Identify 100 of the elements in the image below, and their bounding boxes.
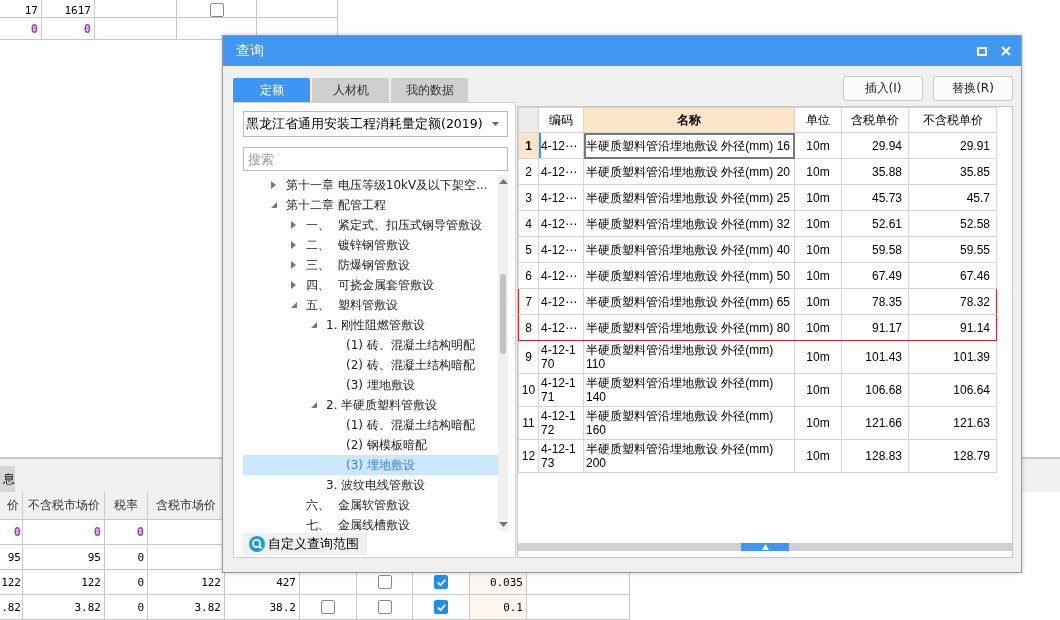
row-number[interactable]: 7 (518, 288, 539, 315)
table-cell: 128.83 (841, 439, 909, 473)
row-number[interactable]: 9 (518, 340, 539, 374)
table-cell: 0 (0, 520, 23, 545)
table-cell: 95 (0, 545, 23, 570)
table-cell: 128.79 (908, 439, 997, 473)
custom-scope-button[interactable]: 自定义查询范围 (243, 533, 367, 555)
table-cell: 半硬质塑料管沿埋地敷设 外径(mm) 16 (583, 132, 795, 159)
table-cell: 10m (794, 288, 842, 315)
row-number[interactable]: 3 (518, 184, 539, 211)
column-header[interactable]: 不含税单价 (908, 107, 997, 133)
table-cell: 35.85 (908, 158, 997, 185)
tree-item[interactable]: (2) 砖、混凝土结构暗配 (243, 355, 498, 375)
row-number[interactable]: 4 (518, 210, 539, 237)
caret-down-icon (271, 202, 277, 208)
row-number[interactable]: 12 (518, 439, 539, 473)
search-field[interactable]: 搜索 (243, 147, 508, 171)
scroll-thumb[interactable] (500, 274, 506, 354)
table-cell: 0 (23, 520, 105, 545)
checkbox[interactable] (377, 575, 392, 589)
table-cell: 10m (794, 158, 842, 185)
table-cell: 106.68 (841, 373, 909, 407)
table-cell: 4-12⋯ (538, 158, 584, 185)
checkbox[interactable] (434, 575, 448, 589)
checkbox[interactable] (377, 600, 392, 614)
table-cell: 95 (23, 545, 105, 570)
table-cell: 4-12-171 (538, 373, 584, 407)
table-cell: 4-12⋯ (538, 262, 584, 289)
tree-item[interactable]: 五、 塑料管敷设 (243, 295, 498, 315)
tree-item[interactable]: (1) 砖、混凝土结构明配 (243, 335, 498, 355)
tree-item[interactable]: 七、 金属线槽敷设 (243, 515, 498, 531)
column-header: 价 (7, 497, 19, 514)
row-number[interactable]: 10 (518, 373, 539, 407)
replace-button[interactable]: 替换(R) (933, 76, 1013, 101)
table-cell: 半硬质塑料管沿埋地敷设 外径(mm) 160 (583, 406, 795, 440)
table-cell: 4-12⋯ (538, 314, 584, 341)
column-header[interactable]: 含税单价 (841, 107, 909, 133)
search-icon (249, 536, 265, 552)
checkbox[interactable] (209, 3, 224, 17)
table-cell: 52.61 (841, 210, 909, 237)
row-number[interactable]: 6 (518, 262, 539, 289)
row-number[interactable]: 1 (518, 132, 539, 159)
tree-item[interactable]: (3) 埋地敷设 (243, 375, 498, 395)
tab[interactable]: 人材机 (312, 78, 389, 102)
table-cell: 45.73 (841, 184, 909, 211)
checkbox[interactable] (434, 600, 448, 614)
caret-down-icon (492, 122, 499, 126)
tree-item[interactable]: (2) 钢模板暗配 (243, 435, 498, 455)
table-cell: 122 (0, 570, 23, 595)
table-cell: 半硬质塑料管沿埋地敷设 外径(mm) 50 (583, 262, 795, 289)
column-header[interactable]: 编码 (538, 107, 584, 133)
tree-item[interactable]: 六、 金属软管敷设 (243, 495, 498, 515)
caret-right-icon (291, 241, 296, 249)
table-cell: 52.58 (908, 210, 997, 237)
table-cell: 10m (794, 262, 842, 289)
table-cell: 38.2 (225, 595, 300, 620)
arrow-down-icon[interactable] (498, 522, 508, 527)
table-cell: 35.88 (841, 158, 909, 185)
column-header[interactable]: 单位 (794, 107, 842, 133)
tree-item[interactable]: 一、 紧定式、扣压式钢导管敷设 (243, 215, 498, 235)
tree-item[interactable]: 1. 刚性阻燃管敷设 (243, 315, 498, 335)
table-cell: 0 (105, 595, 148, 620)
caret-down-icon (291, 302, 297, 308)
table-cell: 10m (794, 406, 842, 440)
tree-item[interactable]: 二、 镀锌钢管敷设 (243, 235, 498, 255)
tree-item[interactable]: 四、 可挠金属套管敷设 (243, 275, 498, 295)
panel-tab[interactable]: 息 (0, 466, 15, 492)
row-number[interactable]: 5 (518, 236, 539, 263)
table-cell: 4-12⋯ (538, 184, 584, 211)
tree-item[interactable]: 第十一章 电压等级10kV及以下架空... (243, 175, 498, 195)
row-number[interactable]: 8 (518, 314, 539, 341)
tree-item[interactable]: 第十二章 配管工程 (243, 195, 498, 215)
tab[interactable]: 我的数据 (391, 78, 468, 102)
caret-right-icon (291, 261, 296, 269)
window-title: 查询 (236, 42, 265, 60)
table-cell: 4-12⋯ (538, 236, 584, 263)
row-number[interactable]: 2 (518, 158, 539, 185)
table-cell: 半硬质塑料管沿埋地敷设 外径(mm) 80 (583, 314, 795, 341)
column-header[interactable]: 名称 (583, 107, 795, 133)
tree-item[interactable]: 3. 波纹电线管敷设 (243, 475, 498, 495)
tree-item[interactable]: 2. 半硬质塑料管敷设 (243, 395, 498, 415)
tree-item[interactable]: 三、 防爆钢管敷设 (243, 255, 498, 275)
splitter-handle[interactable] (741, 543, 789, 551)
table-cell: 4-12-173 (538, 439, 584, 473)
table-cell: 59.58 (841, 236, 909, 263)
column-header: 不含税市场价 (27, 497, 100, 514)
insert-button[interactable]: 插入(I) (843, 76, 923, 101)
table-cell: 半硬质塑料管沿埋地敷设 外径(mm) 20 (583, 158, 795, 185)
table-cell: 10m (794, 210, 842, 237)
arrow-up-icon[interactable] (498, 179, 508, 184)
table-cell: 78.32 (908, 288, 997, 315)
table-cell: 17 (0, 0, 42, 18)
library-dropdown[interactable]: 黑龙江省通用安装工程消耗量定额(2019) (243, 111, 508, 137)
tree-item[interactable]: (1) 砖、混凝土结构暗配 (243, 415, 498, 435)
table-cell: 4-12-172 (538, 406, 584, 440)
table-cell: 67.46 (908, 262, 997, 289)
maximize-icon[interactable] (977, 46, 987, 56)
row-number[interactable]: 11 (518, 406, 539, 440)
checkbox[interactable] (321, 600, 335, 614)
close-icon[interactable] (1001, 46, 1011, 56)
